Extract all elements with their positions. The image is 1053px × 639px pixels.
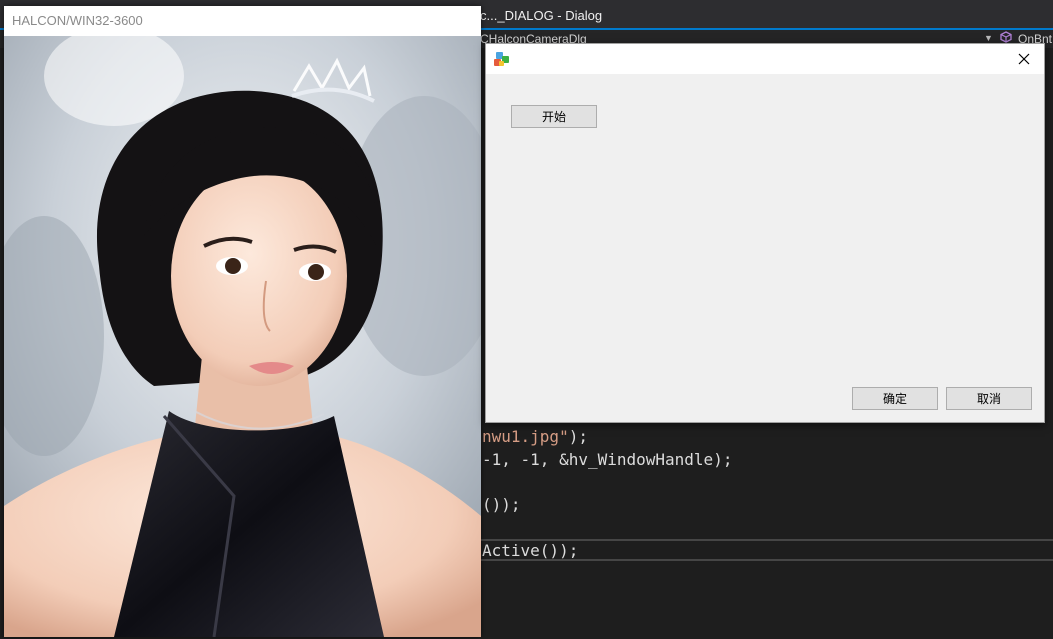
method-cube-icon xyxy=(1000,31,1012,43)
portrait-photo xyxy=(4,36,481,637)
code-line-4[interactable]: Active()); xyxy=(482,540,578,562)
dialog-titlebar[interactable] xyxy=(486,44,1044,74)
halcon-window-title: HALCON/WIN32-3600 xyxy=(12,13,143,28)
app-icon xyxy=(494,52,509,66)
halcon-titlebar[interactable]: HALCON/WIN32-3600 xyxy=(4,6,481,36)
displayed-image xyxy=(4,36,481,637)
close-button[interactable] xyxy=(1004,44,1044,74)
start-button[interactable]: 开始 xyxy=(511,105,597,128)
chevron-down-icon[interactable]: ▼ xyxy=(984,33,993,43)
ide-window-title: c..._DIALOG - Dialog xyxy=(480,8,603,23)
mfc-dialog-window[interactable]: 开始 确定 取消 xyxy=(485,43,1045,423)
cancel-button[interactable]: 取消 xyxy=(946,387,1032,410)
halcon-graphics-window[interactable]: HALCON/WIN32-3600 xyxy=(4,6,481,637)
ok-button[interactable]: 确定 xyxy=(852,387,938,410)
code-line-1[interactable]: nwu1.jpg"); xyxy=(482,426,588,448)
code-line-3[interactable]: ()); xyxy=(482,494,521,516)
close-icon xyxy=(1018,53,1030,65)
code-line-2[interactable]: -1, -1, &hv_WindowHandle); xyxy=(482,449,732,471)
